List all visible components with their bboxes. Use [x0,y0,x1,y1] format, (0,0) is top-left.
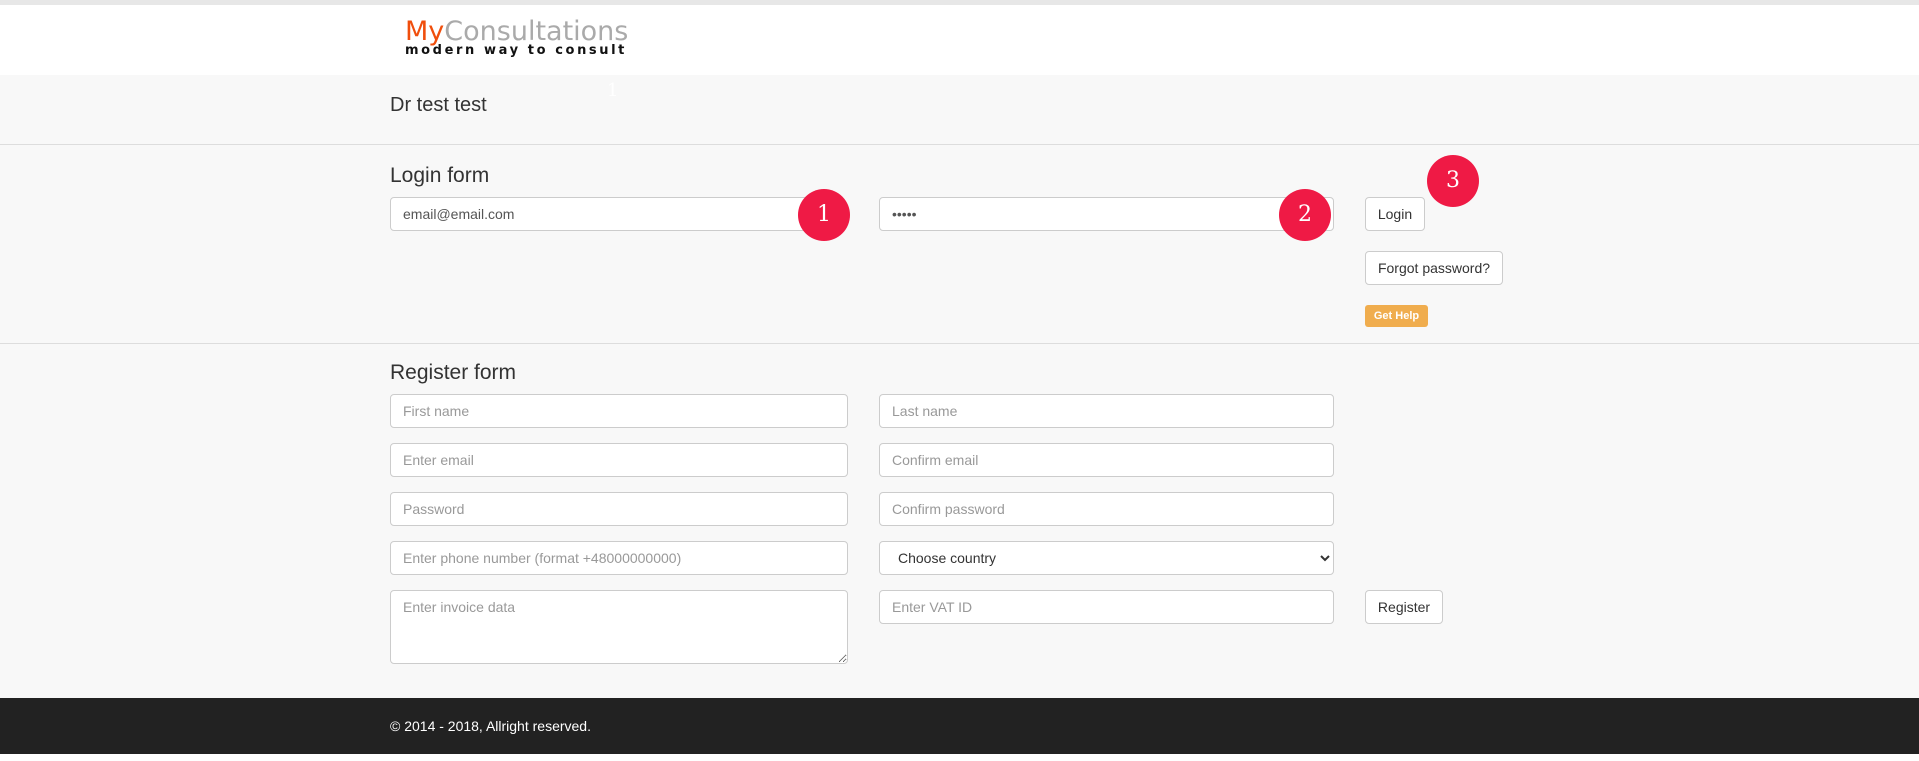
vat-input[interactable] [879,590,1334,624]
login-password-input[interactable] [879,197,1334,231]
annotation-badge-1: 1 [798,189,850,241]
first-name-input[interactable] [390,394,848,428]
login-section [0,145,1919,344]
confirm-password-input[interactable] [879,492,1334,526]
logo-tagline: modern way to consult [405,43,628,58]
last-name-input[interactable] [879,394,1334,428]
login-title: Login form [390,164,490,187]
user-name: Dr test test [390,94,487,116]
user-band [0,75,1919,145]
login-button[interactable]: Login [1365,197,1425,231]
register-title: Register form [390,361,517,384]
footer: © 2014 - 2018, Allright reserved. [0,698,1919,754]
country-select[interactable]: Choose country [879,541,1334,575]
annotation-badge-2: 2 [1279,189,1331,241]
logo[interactable]: MyConsultations modern way to consult [405,16,628,58]
password-input[interactable] [390,492,848,526]
invoice-textarea[interactable] [390,590,848,664]
get-help-button[interactable]: Get Help [1365,305,1428,327]
confirm-email-input[interactable] [879,443,1334,477]
email-input[interactable] [390,443,848,477]
forgot-password-button[interactable]: Forgot password? [1365,251,1503,285]
header [0,5,1919,75]
register-button[interactable]: Register [1365,590,1443,624]
copyright: © 2014 - 2018, Allright reserved. [390,718,591,734]
ghost-text: 1 [607,80,619,101]
phone-input[interactable] [390,541,848,575]
annotation-badge-3: 3 [1427,155,1479,207]
login-email-input[interactable] [390,197,835,231]
